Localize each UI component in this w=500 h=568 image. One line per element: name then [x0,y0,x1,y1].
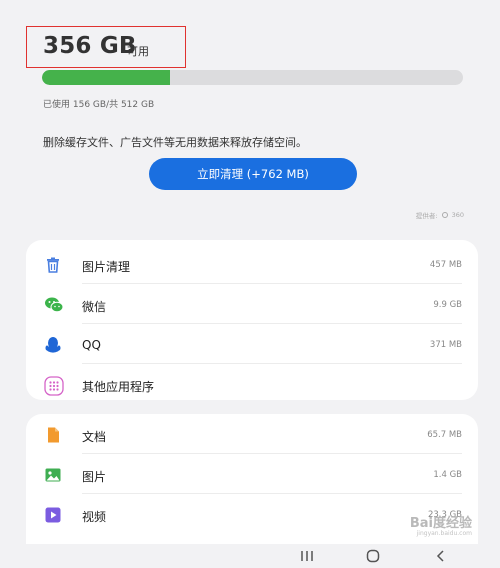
provider-label: 提供者: [415,212,438,220]
list-item-documents[interactable]: 文档 65.7 MB [26,414,478,454]
storage-used-text: 已使用 156 GB/共 512 GB [43,100,155,110]
wechat-icon [44,296,64,314]
document-icon [44,426,62,444]
available-storage-value: 356 GB [43,33,137,59]
system-navigation-bar [0,544,500,568]
list-item-qq[interactable]: QQ 371 MB [26,324,478,364]
recent-apps-icon[interactable] [298,548,316,564]
apps-grid-icon [44,376,64,396]
list-item-label: QQ [82,338,101,352]
available-storage-label: 可用 [127,45,149,58]
list-item-label: 文档 [82,430,107,444]
back-icon[interactable] [432,548,450,564]
trash-icon [44,256,62,274]
provider-name: 360 [451,211,464,219]
list-item-size: 1.4 GB [433,470,462,480]
list-item-other-apps[interactable]: 其他应用程序 [26,364,478,404]
list-item-size: 9.9 GB [433,300,462,310]
storage-usage-bar [42,70,463,85]
list-item-images[interactable]: 图片 1.4 GB [26,454,478,494]
cleanup-description: 删除缓存文件、广告文件等无用数据来释放存储空间。 [43,136,307,149]
list-item-wechat[interactable]: 微信 9.9 GB [26,284,478,324]
clean-now-button[interactable]: 立即清理 (+762 MB) [149,158,357,190]
watermark-logo: Bai度经验 [409,516,472,531]
qq-penguin-icon [44,336,62,354]
list-item-size: 65.7 MB [427,430,462,440]
provider-info: 提供者: 360 [416,210,464,220]
home-icon[interactable] [364,548,382,564]
list-item-size: 457 MB [429,260,462,270]
video-icon [44,506,62,524]
list-item-label: 图片清理 [82,260,131,274]
watermark-url: jingyan.baidu.com [416,530,472,537]
image-icon [44,466,62,484]
list-item-label: 视频 [82,510,107,524]
list-item-label: 其他应用程序 [82,380,155,394]
list-item-photo-cleanup[interactable]: 图片清理 457 MB [26,244,478,284]
list-item-size: 371 MB [429,340,462,350]
storage-available-highlight: 356 GB 可用 [26,26,186,68]
list-item-label: 微信 [82,300,107,314]
storage-usage-fill [42,70,171,85]
list-item-label: 图片 [82,470,107,484]
provider-logo-icon [441,212,448,218]
app-storage-card: 图片清理 457 MB 微信 9.9 GB QQ 371 MB 其他应用程序 [26,240,478,400]
